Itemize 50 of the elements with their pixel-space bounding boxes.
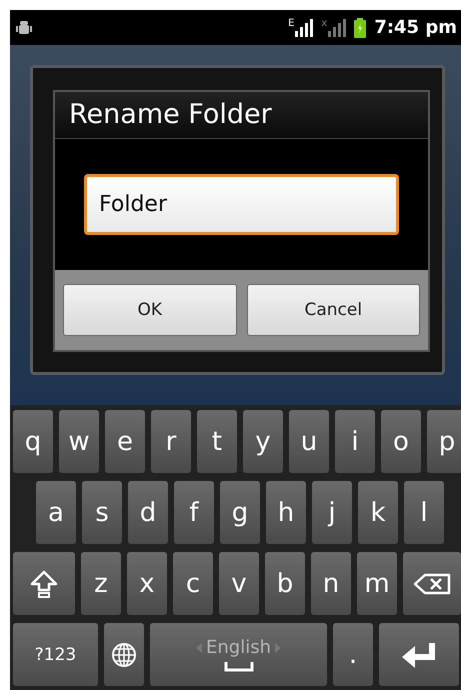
letter-key[interactable]: t	[197, 410, 237, 473]
battery-icon	[354, 18, 366, 38]
signal-icon	[295, 18, 314, 36]
letter-key[interactable]: e	[105, 410, 145, 473]
letter-key[interactable]: c	[173, 552, 213, 615]
letter-key[interactable]: x	[127, 552, 167, 615]
letter-key[interactable]: u	[289, 410, 329, 473]
letter-key[interactable]: m	[357, 552, 397, 615]
left-arrow-icon	[196, 642, 202, 652]
period-key[interactable]: .	[333, 623, 373, 686]
enter-key[interactable]	[379, 623, 459, 686]
shift-key[interactable]	[13, 552, 75, 615]
right-arrow-icon	[275, 642, 281, 652]
android-icon	[16, 20, 32, 36]
symbols-key[interactable]: ?123	[13, 623, 98, 686]
letter-key[interactable]: r	[151, 410, 191, 473]
globe-icon	[111, 642, 137, 668]
clock-time: 7:45 pm	[374, 17, 457, 38]
letter-key[interactable]: n	[311, 552, 351, 615]
signal-mark: x	[321, 18, 328, 28]
backspace-icon	[413, 572, 451, 594]
text-field[interactable]: Folder	[84, 174, 399, 235]
letter-key[interactable]: v	[219, 552, 259, 615]
letter-key[interactable]: g	[220, 481, 260, 544]
dialog-title: Rename Folder	[55, 92, 428, 139]
letter-key[interactable]: h	[266, 481, 306, 544]
signal-icon	[328, 18, 346, 36]
letter-key[interactable]: y	[243, 410, 283, 473]
letter-key[interactable]: l	[404, 481, 444, 544]
letter-key[interactable]: b	[265, 552, 305, 615]
letter-key[interactable]: j	[312, 481, 352, 544]
arrow-up-icon	[29, 568, 59, 598]
letter-key[interactable]: s	[82, 481, 122, 544]
ok-button[interactable]: OK	[63, 284, 236, 336]
letter-key[interactable]: o	[381, 410, 421, 473]
letter-key[interactable]: i	[335, 410, 375, 473]
letter-key[interactable]: z	[81, 552, 121, 615]
letter-key[interactable]: f	[174, 481, 214, 544]
letter-key[interactable]: a	[36, 481, 76, 544]
cancel-button[interactable]: Cancel	[246, 284, 420, 336]
language-key[interactable]	[104, 623, 144, 686]
letter-key[interactable]: w	[59, 410, 99, 473]
signal-mark: E	[288, 18, 294, 28]
letter-key[interactable]: p	[427, 410, 461, 473]
space-icon	[224, 662, 254, 672]
letter-key[interactable]: d	[128, 481, 168, 544]
letter-key[interactable]: k	[358, 481, 398, 544]
letter-key[interactable]: q	[13, 410, 53, 473]
backspace-key[interactable]	[403, 552, 461, 615]
language-label: English	[206, 637, 271, 658]
